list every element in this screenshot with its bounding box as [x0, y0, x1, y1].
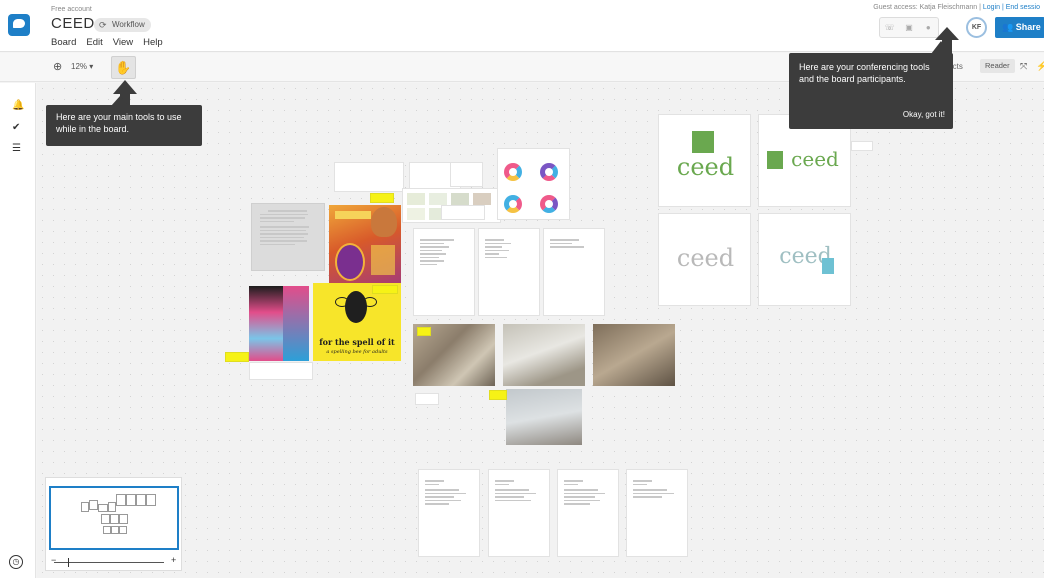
logo-card[interactable]: ceed: [658, 213, 751, 306]
hand-icon: ✋: [115, 60, 132, 75]
workflow-label: Workflow: [112, 20, 145, 29]
spelling-bee-poster[interactable]: for the spell of it a spelling bee for a…: [313, 283, 401, 361]
board-canvas[interactable]: for the spell of it a spelling bee for a…: [37, 83, 1044, 578]
share-label: Share: [1015, 22, 1041, 32]
board-title[interactable]: CEED: [51, 15, 95, 32]
workflow-button[interactable]: ⟳ Workflow: [94, 18, 151, 32]
poster-subcaption: a spelling bee for adults: [326, 349, 388, 355]
logo-text: ceed: [779, 244, 832, 269]
menu-edit[interactable]: Edit: [86, 37, 102, 48]
board-card[interactable]: [441, 205, 485, 220]
app-logo-icon[interactable]: [8, 14, 30, 36]
minimap-zoom-knob[interactable]: [68, 558, 69, 567]
zoom-icon[interactable]: ⊕: [53, 60, 62, 73]
document-page[interactable]: [413, 228, 475, 316]
guest-access-info: Guest access: Katja Fleischmann | Login …: [873, 4, 1040, 11]
menu-help[interactable]: Help: [143, 37, 163, 48]
menu-board[interactable]: Board: [51, 37, 76, 48]
tooltip-arrow-icon: [113, 80, 137, 94]
zoom-level[interactable]: 12% ▾: [71, 62, 93, 71]
menu-view[interactable]: View: [113, 37, 133, 48]
karaoke-poster-image[interactable]: [249, 286, 283, 361]
hand-tool-button[interactable]: ✋: [111, 56, 136, 79]
poster-caption: for the spell of it: [319, 337, 395, 347]
account-type: Free account: [51, 6, 92, 13]
collapse-icon[interactable]: ⚡: [1036, 61, 1044, 72]
tooltip-conferencing-text: Here are your conferencing tools and the…: [799, 62, 930, 84]
video-icon[interactable]: ▣: [899, 18, 918, 37]
board-note[interactable]: [334, 162, 404, 192]
minimap[interactable]: − +: [45, 477, 182, 571]
end-session-link[interactable]: | End sessio: [1002, 4, 1040, 11]
document-page[interactable]: [418, 469, 480, 557]
whiteboard-photo[interactable]: [503, 324, 585, 386]
minimap-zoom-out[interactable]: −: [51, 555, 56, 565]
minimap-zoom-slider[interactable]: [54, 562, 164, 563]
board-note-caption[interactable]: [299, 173, 335, 189]
fullscreen-icon[interactable]: ⤧: [1020, 61, 1027, 72]
sticky-note[interactable]: [225, 352, 249, 362]
refresh-icon: ⟳: [99, 20, 107, 30]
document-page[interactable]: [478, 228, 540, 316]
minimap-viewport[interactable]: [49, 486, 179, 550]
workshop-photo[interactable]: [593, 324, 675, 386]
tooltip-main-tools: Here are your main tools to use while in…: [46, 96, 202, 146]
reader-button[interactable]: Reader: [980, 59, 1015, 73]
login-link[interactable]: Login: [983, 4, 1000, 11]
board-note[interactable]: [249, 362, 313, 380]
list-icon[interactable]: ☰: [12, 143, 21, 154]
menu-bar: Board Edit View Help: [51, 37, 163, 48]
logo-text: ceed: [676, 153, 735, 181]
avatar[interactable]: KF: [966, 17, 987, 38]
tooltip-main-text: Here are your main tools to use while in…: [56, 112, 182, 134]
logo-card[interactable]: ceed: [758, 213, 851, 306]
logo-text: ceed: [676, 244, 735, 272]
conference-tools: ☏ ▣ ●: [879, 17, 939, 38]
users-icon: 👥: [1002, 22, 1014, 32]
check-circle-icon[interactable]: ✔: [12, 122, 20, 133]
guest-access-text: Guest access: Katja Fleischmann |: [873, 4, 981, 11]
left-rail: 🔔 ✔ ☰ ◷: [0, 83, 36, 578]
top-bar: Free account CEED ⟳ Workflow Board Edit …: [0, 0, 1044, 52]
share-button[interactable]: 👥 Share: [995, 17, 1044, 38]
board-note[interactable]: [851, 141, 873, 151]
sticky-note[interactable]: [489, 390, 507, 400]
document-page[interactable]: [557, 469, 619, 557]
document-page[interactable]: [626, 469, 688, 557]
logo-text: ceed: [791, 147, 839, 171]
minimap-zoom-in[interactable]: +: [171, 555, 176, 565]
sticky-note[interactable]: [372, 285, 398, 294]
tooltip-conferencing: Here are your conferencing tools and the…: [789, 41, 953, 129]
poster-image-strip[interactable]: [283, 286, 309, 361]
bell-icon[interactable]: 🔔: [12, 100, 24, 111]
poster-image[interactable]: [329, 205, 401, 287]
okay-got-it-button[interactable]: Okay, got it!: [903, 109, 945, 121]
text-note-card[interactable]: [251, 203, 325, 271]
board-note[interactable]: [415, 393, 439, 405]
whiteboard-photo[interactable]: [506, 389, 582, 445]
sticky-note[interactable]: [417, 327, 431, 336]
logo-card[interactable]: ceed: [658, 114, 751, 207]
compass-icon[interactable]: ◷: [9, 555, 23, 569]
document-page[interactable]: [543, 228, 605, 316]
phone-icon[interactable]: ☏: [880, 18, 899, 37]
board-card[interactable]: [450, 162, 483, 187]
sticky-note[interactable]: [370, 193, 394, 203]
donut-chart-card[interactable]: [497, 148, 570, 220]
document-page[interactable]: [488, 469, 550, 557]
